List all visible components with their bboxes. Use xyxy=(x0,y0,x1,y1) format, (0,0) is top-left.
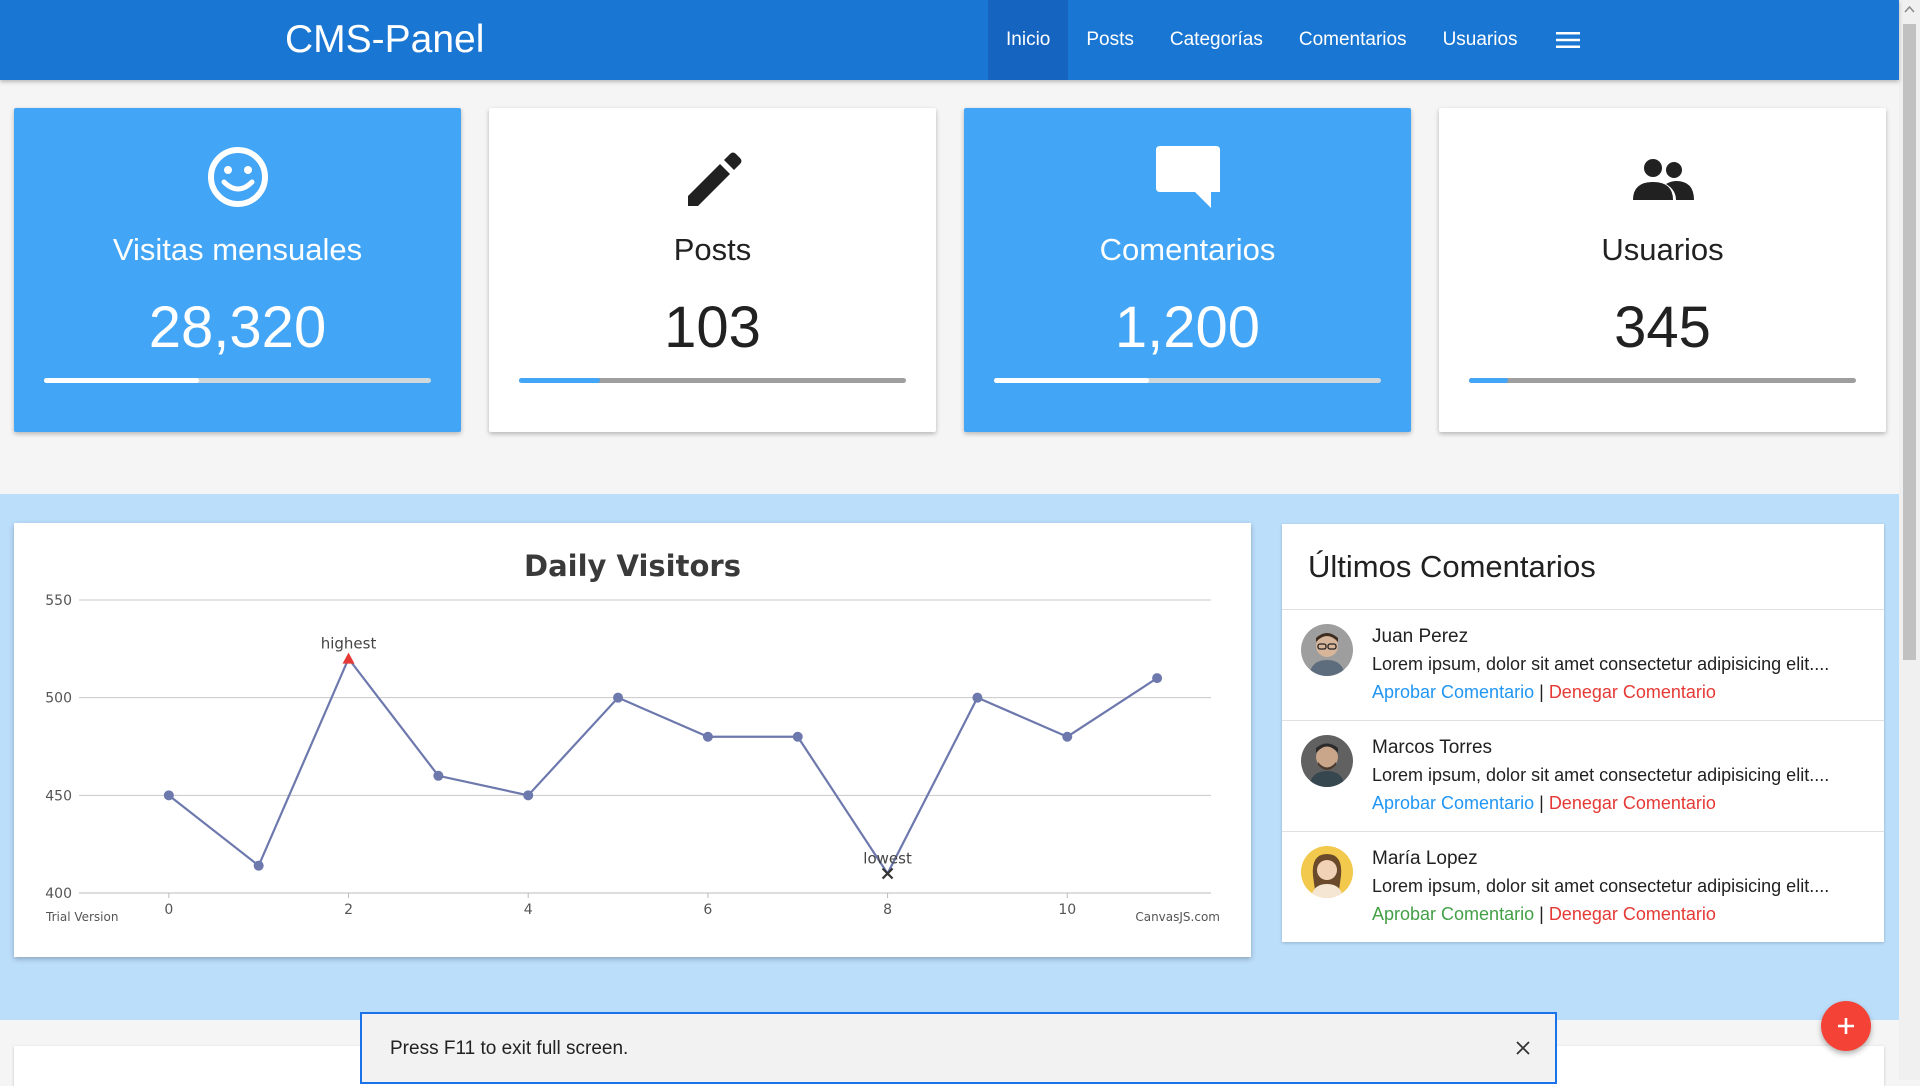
stat-progress-bar xyxy=(519,378,906,383)
stat-value: 1,200 xyxy=(1114,295,1261,360)
data-point xyxy=(702,731,713,742)
nav-link-usuarios[interactable]: Usuarios xyxy=(1425,0,1536,80)
data-point xyxy=(613,692,624,703)
add-fab-button[interactable] xyxy=(1821,1001,1871,1051)
avatar xyxy=(1301,735,1353,787)
stat-title: Usuarios xyxy=(1601,232,1724,267)
comment-text: Lorem ipsum, dolor sit amet consectetur … xyxy=(1372,765,1830,785)
comment-item: Juan Perez Lorem ipsum, dolor sit amet c… xyxy=(1282,610,1884,721)
scroll-thumb[interactable] xyxy=(1903,24,1916,660)
stat-value: 28,320 xyxy=(148,295,327,360)
trial-version-label: Trial Version xyxy=(45,910,118,924)
stat-title: Posts xyxy=(673,232,752,267)
plus-icon xyxy=(1838,1018,1854,1034)
latest-comments-card: Últimos Comentarios Juan Perez Lorem ips… xyxy=(1282,524,1884,942)
nav-links: Inicio Posts Categorías Comentarios Usua… xyxy=(988,0,1600,80)
action-separator: | xyxy=(1539,793,1544,813)
line-chart[interactable]: 400 450 500 550 0 2 4 6 8 10 highest lowest Trial Ve… xyxy=(14,523,1251,957)
approve-comment-link[interactable]: Aprobar Comentario xyxy=(1372,904,1534,924)
scroll-up-arrow-icon[interactable] xyxy=(1899,0,1920,18)
annotation-label: lowest xyxy=(863,849,912,867)
annotation-label: highest xyxy=(321,635,377,653)
x-tick-label: 2 xyxy=(344,902,353,918)
stat-progress-fill xyxy=(994,378,1149,383)
avatar xyxy=(1301,624,1353,676)
close-icon[interactable] xyxy=(1511,1036,1535,1060)
comments-title: Últimos Comentarios xyxy=(1282,524,1884,610)
brand-title[interactable]: CMS-Panel xyxy=(285,0,484,80)
stat-progress-bar xyxy=(1469,378,1856,383)
data-point xyxy=(792,731,803,742)
fullscreen-notification-text: Press F11 to exit full screen. xyxy=(390,1038,629,1059)
highest-marker xyxy=(342,652,355,664)
fullscreen-notification: Press F11 to exit full screen. xyxy=(360,1012,1557,1084)
daily-visitors-chart-card: Daily Visitors 400 450 500 550 0 2 4 6 8 10 highes… xyxy=(14,523,1251,957)
x-tick-label: 4 xyxy=(524,902,533,918)
comment-text: Lorem ipsum, dolor sit amet consectetur … xyxy=(1372,654,1830,674)
stat-card-visitas: Visitas mensuales 28,320 xyxy=(14,108,461,432)
stat-card-posts: Posts 103 xyxy=(489,108,936,432)
stat-value: 103 xyxy=(664,295,761,360)
comment-actions: Aprobar Comentario | Denegar Comentario xyxy=(1372,904,1716,925)
data-point xyxy=(523,790,534,801)
canvasjs-credit-label: CanvasJS.com xyxy=(1135,910,1220,924)
comment-author: Marcos Torres xyxy=(1372,737,1493,758)
data-point xyxy=(1062,731,1073,742)
nav-link-posts[interactable]: Posts xyxy=(1068,0,1152,80)
hamburger-menu-icon[interactable] xyxy=(1536,0,1600,80)
comment-text: Lorem ipsum, dolor sit amet consectetur … xyxy=(1372,876,1830,896)
comment-author: Juan Perez xyxy=(1372,626,1469,647)
comment-actions: Aprobar Comentario | Denegar Comentario xyxy=(1372,793,1716,814)
stat-progress-fill xyxy=(519,378,601,383)
comment-actions: Aprobar Comentario | Denegar Comentario xyxy=(1372,682,1716,703)
y-tick-label: 450 xyxy=(45,788,72,804)
deny-comment-link[interactable]: Denegar Comentario xyxy=(1549,793,1716,813)
x-tick-label: 10 xyxy=(1058,902,1076,918)
approve-comment-link[interactable]: Aprobar Comentario xyxy=(1372,793,1534,813)
page-scrollbar[interactable] xyxy=(1899,0,1920,1080)
stat-progress-fill xyxy=(1469,378,1508,383)
x-tick-label: 0 xyxy=(164,902,173,918)
approve-comment-link[interactable]: Aprobar Comentario xyxy=(1372,682,1534,702)
stat-title: Visitas mensuales xyxy=(112,232,363,267)
action-separator: | xyxy=(1539,904,1544,924)
chat-bubble-icon xyxy=(964,144,1411,214)
y-tick-label: 400 xyxy=(45,886,72,902)
comment-author: María Lopez xyxy=(1372,848,1478,869)
deny-comment-link[interactable]: Denegar Comentario xyxy=(1549,682,1716,702)
x-tick-label: 6 xyxy=(703,902,712,918)
smiley-face-icon xyxy=(14,144,461,214)
stat-progress-bar xyxy=(44,378,431,383)
stat-card-usuarios: Usuarios 345 xyxy=(1439,108,1886,432)
data-point xyxy=(1152,673,1163,684)
lowest-marker xyxy=(881,867,894,880)
stat-value: 345 xyxy=(1614,295,1711,360)
stat-progress-fill xyxy=(44,378,199,383)
data-point xyxy=(253,860,264,871)
y-tick-label: 500 xyxy=(45,691,72,707)
nav-link-inicio[interactable]: Inicio xyxy=(988,0,1069,80)
top-navbar: CMS-Panel Inicio Posts Categorías Coment… xyxy=(0,0,1899,80)
stat-progress-bar xyxy=(994,378,1381,383)
avatar xyxy=(1301,846,1353,898)
comment-item: Marcos Torres Lorem ipsum, dolor sit ame… xyxy=(1282,721,1884,832)
data-point xyxy=(163,790,174,801)
series-line xyxy=(168,656,1158,876)
x-tick-label: 8 xyxy=(883,902,892,918)
stat-title: Comentarios xyxy=(1099,232,1276,267)
comment-item: María Lopez Lorem ipsum, dolor sit amet … xyxy=(1282,832,1884,942)
nav-link-comentarios[interactable]: Comentarios xyxy=(1281,0,1425,80)
deny-comment-link[interactable]: Denegar Comentario xyxy=(1549,904,1716,924)
users-group-icon xyxy=(1439,144,1886,214)
data-point xyxy=(972,692,983,703)
nav-link-categorias[interactable]: Categorías xyxy=(1152,0,1281,80)
y-tick-label: 550 xyxy=(45,593,72,609)
stat-card-comentarios: Comentarios 1,200 xyxy=(964,108,1411,432)
action-separator: | xyxy=(1539,682,1544,702)
data-point xyxy=(433,770,444,781)
pencil-icon xyxy=(489,144,936,214)
